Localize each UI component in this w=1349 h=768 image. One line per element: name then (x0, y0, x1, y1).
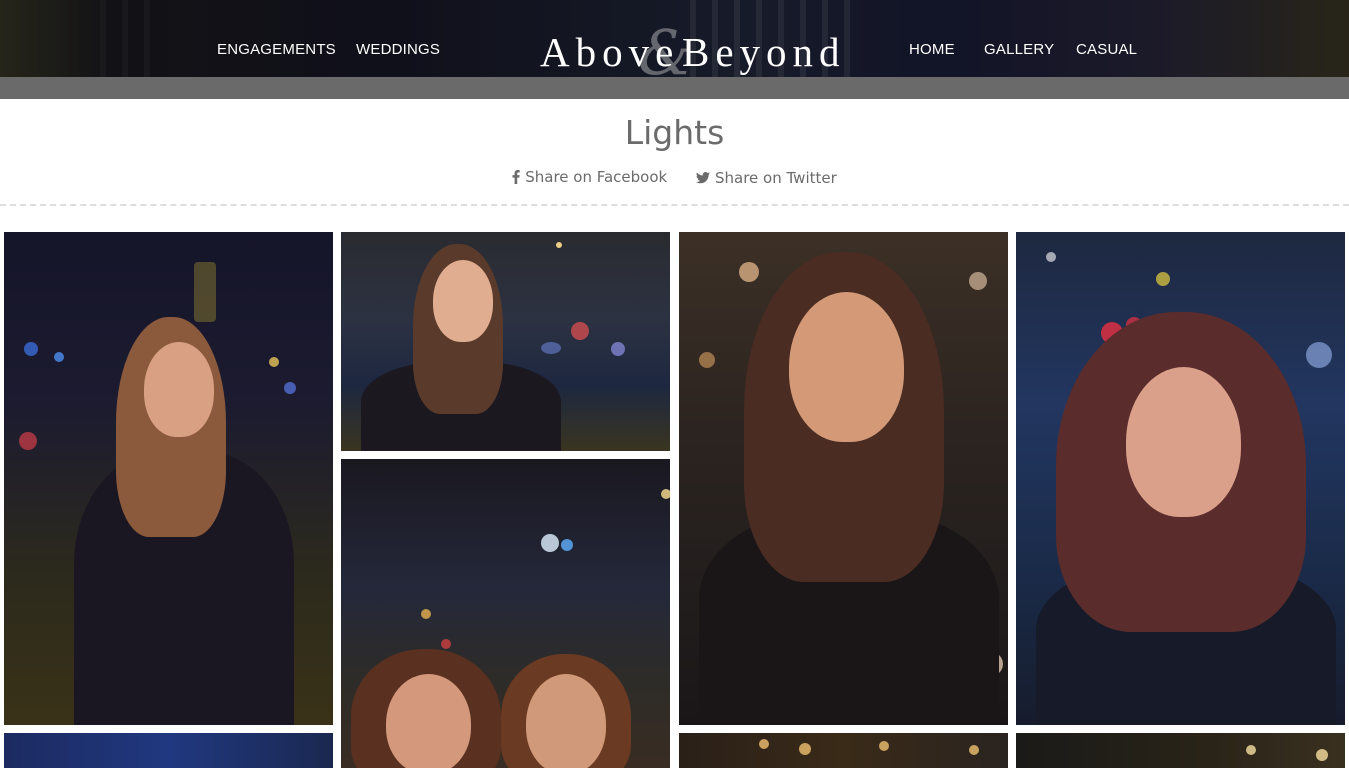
share-facebook-label: Share on Facebook (525, 168, 668, 186)
gallery-photo[interactable] (4, 232, 333, 725)
gallery-photo[interactable] (1016, 733, 1345, 768)
page-title: Lights (624, 113, 725, 152)
share-twitter-label: Share on Twitter (715, 169, 837, 187)
gallery-photo[interactable] (341, 459, 670, 768)
site-logo[interactable]: & Above Beyond (540, 16, 840, 77)
facebook-icon (512, 170, 520, 184)
gallery-photo[interactable] (4, 733, 333, 768)
logo-word-above: Above (540, 29, 680, 75)
share-links: Share on Facebook Share on Twitter (0, 168, 1349, 188)
header-subbar (0, 77, 1349, 99)
nav-gallery[interactable]: GALLERY (984, 41, 1054, 58)
gallery-photo[interactable] (1016, 232, 1345, 725)
nav-engagements[interactable]: ENGAGEMENTS (217, 41, 336, 58)
nav-home[interactable]: HOME (909, 41, 955, 58)
share-facebook-link[interactable]: Share on Facebook (512, 168, 667, 186)
twitter-icon (696, 172, 710, 184)
nav-weddings[interactable]: WEDDINGS (356, 41, 440, 58)
share-twitter-link[interactable]: Share on Twitter (696, 169, 837, 187)
gallery-photo[interactable] (341, 232, 670, 451)
site-header: ENGAGEMENTS WEDDINGS & Above Beyond HOME… (0, 0, 1349, 77)
gallery-photo[interactable] (679, 232, 1008, 725)
section-divider (0, 204, 1349, 206)
nav-casual[interactable]: CASUAL (1076, 41, 1137, 58)
logo-word-beyond: Beyond (682, 29, 846, 75)
gallery-photo[interactable] (679, 733, 1008, 768)
